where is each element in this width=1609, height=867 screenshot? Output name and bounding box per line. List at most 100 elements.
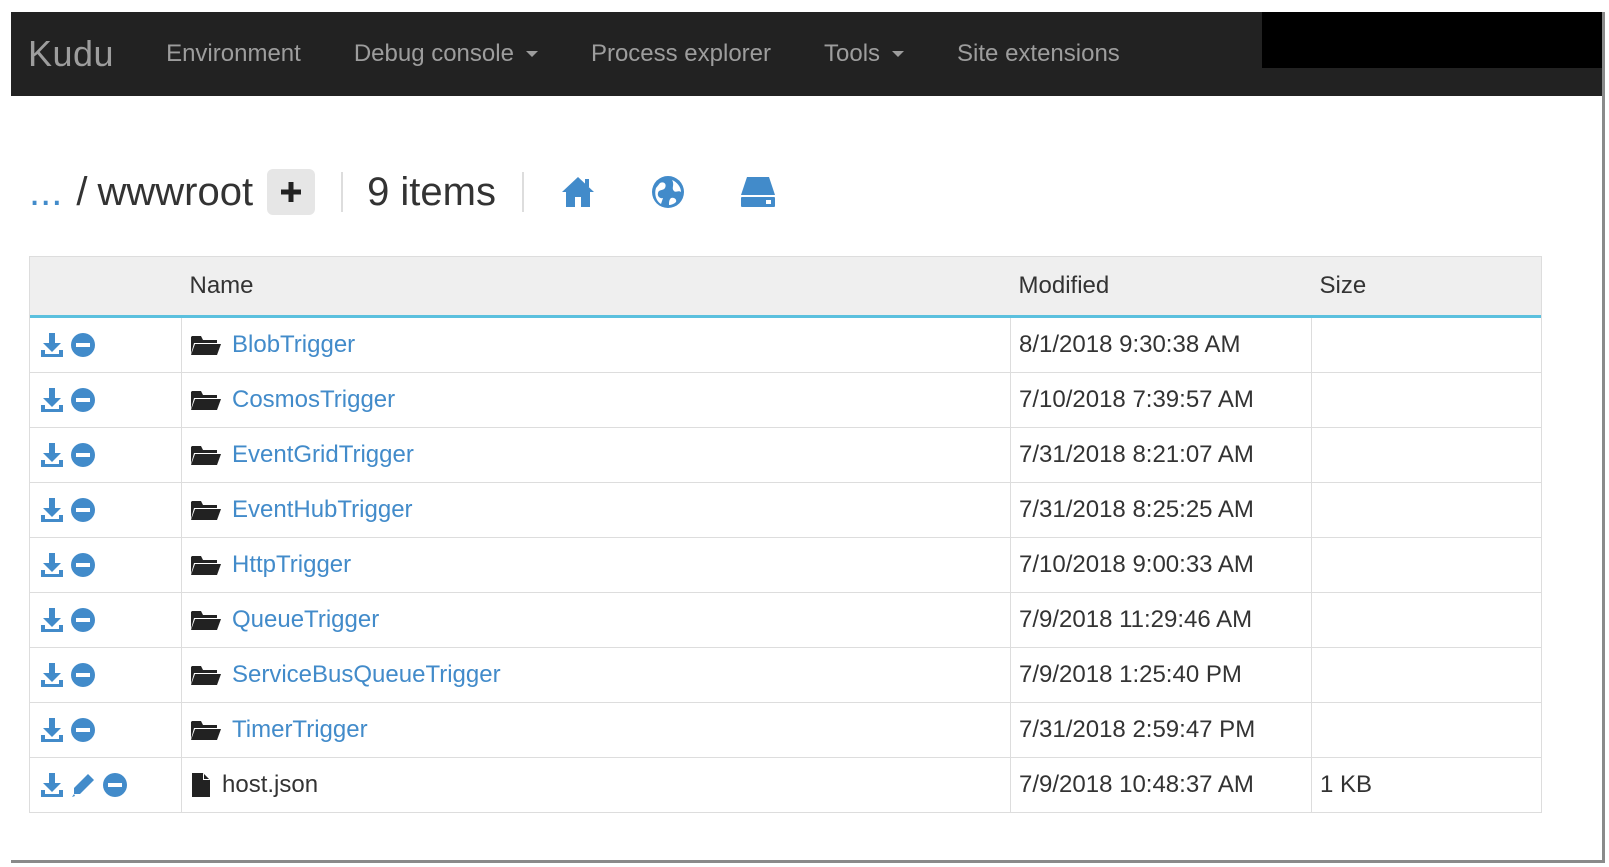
delete-icon[interactable] [70,607,96,633]
table-row: ServiceBusQueueTrigger 7/9/2018 1:25:40 P… [30,647,1541,703]
row-modified: 7/31/2018 8:21:07 AM [1010,427,1312,483]
download-icon[interactable] [40,717,64,743]
row-actions [30,647,182,703]
row-name-cell: EventGridTrigger [181,427,1011,483]
download-icon[interactable] [40,662,64,688]
folder-open-icon [191,556,221,575]
table-row: host.json 7/9/2018 10:48:37 AM 1 KB [30,757,1541,812]
row-name-cell: CosmosTrigger [181,372,1011,428]
folder-open-icon [191,611,221,630]
row-actions [30,372,182,428]
header-modified[interactable]: Modified [1010,257,1312,318]
home-button[interactable] [558,172,598,212]
delete-icon[interactable] [70,717,96,743]
delete-icon[interactable] [70,662,96,688]
download-icon[interactable] [40,332,64,358]
globe-icon [652,176,684,208]
delete-icon[interactable] [102,772,128,798]
folder-open-icon [191,721,221,740]
file-table: Name Modified Size BlobTrigger 8/1/2018 9… [30,257,1541,812]
row-size [1312,317,1542,373]
nav-tools-label: Tools [824,40,881,67]
delete-icon[interactable] [70,497,96,523]
nav-site-extensions[interactable]: Site extensions [957,40,1120,68]
nav-debug-console[interactable]: Debug console [354,40,538,68]
breadcrumb: ... / wwwroot 9 items [29,162,828,222]
download-icon[interactable] [40,442,64,468]
delete-icon[interactable] [70,387,96,413]
file-icon [192,773,210,797]
row-modified: 7/10/2018 7:39:57 AM [1010,372,1312,428]
breadcrumb-separator: / [76,169,88,214]
nav-environment-label: Environment [166,40,301,67]
edit-icon[interactable] [70,772,96,798]
drive-button[interactable] [738,172,778,212]
row-modified: 7/9/2018 10:48:37 AM [1010,757,1312,812]
folder-open-icon [191,446,221,465]
row-size [1311,372,1541,428]
folder-link[interactable]: HttpTrigger [232,551,351,579]
delete-icon[interactable] [70,552,96,578]
add-button[interactable] [267,169,316,215]
row-modified: 7/10/2018 9:00:33 AM [1010,537,1312,593]
row-name-cell: QueueTrigger [181,592,1011,648]
browse-site-button[interactable] [648,172,688,212]
nav-debug-console-label: Debug console [353,40,514,67]
row-actions [30,592,182,648]
row-size [1311,537,1541,593]
breadcrumb-parent-link[interactable]: ... [29,170,62,215]
file-table-container: Name Modified Size BlobTrigger 8/1/2018 9… [29,256,1542,813]
row-modified: 8/1/2018 9:30:38 AM [1010,316,1312,373]
row-size [1311,592,1541,648]
header-size[interactable]: Size [1311,257,1541,318]
folder-link[interactable]: ServiceBusQueueTrigger [232,661,501,689]
folder-link[interactable]: EventGridTrigger [232,441,414,469]
table-row: BlobTrigger 8/1/2018 9:30:38 AM [30,316,1542,373]
table-row: HttpTrigger 7/10/2018 9:00:33 AM [30,537,1541,593]
download-icon[interactable] [40,552,64,578]
row-modified: 7/9/2018 1:25:40 PM [1010,647,1312,703]
row-actions [30,482,182,538]
folder-open-icon [191,336,221,355]
row-modified: 7/31/2018 8:25:25 AM [1010,482,1312,538]
row-size [1311,702,1541,758]
row-name-cell: host.json [181,757,1011,812]
download-icon[interactable] [40,772,64,798]
plus-icon [281,182,302,202]
download-icon[interactable] [40,387,64,413]
row-modified: 7/9/2018 11:29:46 AM [1010,592,1312,648]
nav-tools[interactable]: Tools [824,40,905,68]
download-icon[interactable] [40,607,64,633]
download-icon[interactable] [40,497,64,523]
delete-icon[interactable] [70,332,96,358]
table-header-row: Name Modified Size [30,257,1541,318]
folder-link[interactable]: TimerTrigger [232,716,368,744]
header-name[interactable]: Name [181,257,1011,318]
folder-open-icon [191,391,221,410]
row-name-cell: BlobTrigger [181,316,1011,373]
row-actions [30,702,182,758]
kudu-window: Kudu Environment Debug console Process e… [11,12,1605,863]
file-name[interactable]: host.json [222,771,318,799]
nav-process-explorer-label: Process explorer [590,40,772,67]
drive-icon [741,177,775,207]
caret-down-icon [892,51,905,57]
folder-link[interactable]: EventHubTrigger [232,496,413,524]
table-row: EventGridTrigger 7/31/2018 8:21:07 AM [30,427,1541,483]
table-row: TimerTrigger 7/31/2018 2:59:47 PM [30,702,1541,758]
brand-logo[interactable]: Kudu [28,33,114,75]
table-row: QueueTrigger 7/9/2018 11:29:46 AM [30,592,1541,648]
divider [522,172,524,212]
row-name-cell: HttpTrigger [181,537,1011,593]
item-count: 9 items [367,169,496,214]
table-row: CosmosTrigger 7/10/2018 7:39:57 AM [30,372,1541,428]
delete-icon[interactable] [70,442,96,468]
nav-process-explorer[interactable]: Process explorer [591,40,771,68]
folder-link[interactable]: CosmosTrigger [232,386,395,414]
folder-link[interactable]: QueueTrigger [232,606,379,634]
folder-link[interactable]: BlobTrigger [232,331,355,359]
folder-open-icon [191,501,221,520]
redacted-area [1262,12,1602,68]
nav-environment[interactable]: Environment [166,40,301,68]
row-size [1311,482,1541,538]
